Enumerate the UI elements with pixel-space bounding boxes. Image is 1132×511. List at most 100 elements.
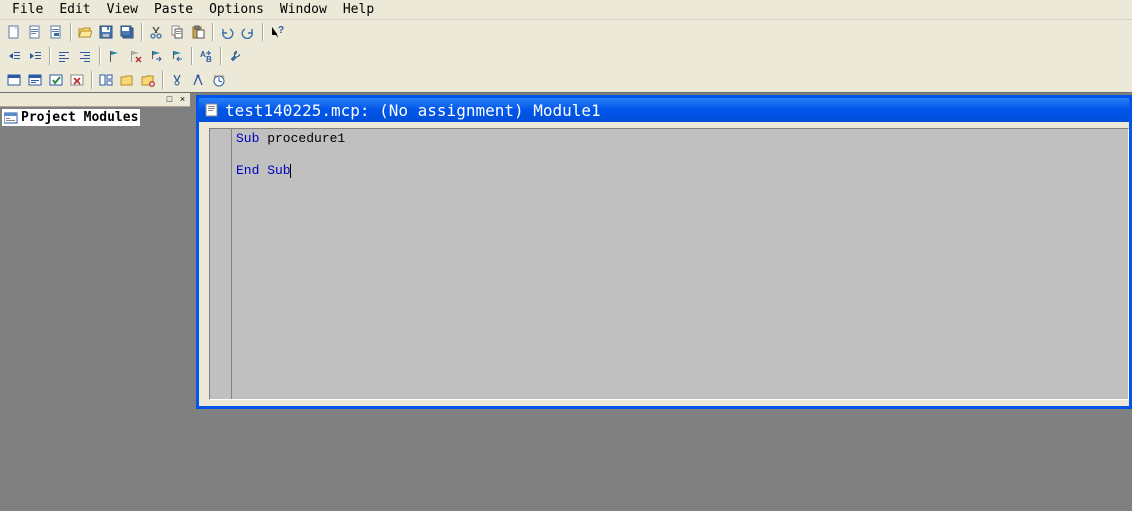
- save-icon: [99, 25, 113, 39]
- toolbar-separator: [49, 47, 51, 65]
- bookmark-remove-button[interactable]: [125, 46, 145, 66]
- document-window: test140225.mcp: (No assignment) Module1 …: [196, 95, 1132, 409]
- menu-window[interactable]: Window: [272, 1, 335, 18]
- menu-paste[interactable]: Paste: [146, 1, 201, 18]
- undo-button[interactable]: [217, 22, 237, 42]
- module-button-1[interactable]: [4, 70, 24, 90]
- svg-text:?: ?: [278, 25, 284, 36]
- compass-icon: [170, 73, 184, 87]
- toolbar-row-2: AB: [0, 44, 1132, 68]
- save-all-button[interactable]: [117, 22, 137, 42]
- bookmark-next-button[interactable]: [146, 46, 166, 66]
- flag-icon: [107, 49, 121, 63]
- open-file-icon: [28, 25, 42, 39]
- mdi-area: test140225.mcp: (No assignment) Module1 …: [190, 92, 1132, 511]
- module-button-3[interactable]: [46, 70, 66, 90]
- panel-minimize-button[interactable]: □: [164, 95, 175, 105]
- open-file-button-1[interactable]: [25, 22, 45, 42]
- folder-open-icon: [78, 25, 92, 39]
- open-file-button-2[interactable]: [46, 22, 66, 42]
- menu-file[interactable]: File: [4, 1, 51, 18]
- replace-button[interactable]: AB: [196, 46, 216, 66]
- menu-help[interactable]: Help: [335, 1, 382, 18]
- menu-view[interactable]: View: [99, 1, 146, 18]
- folder-open-button[interactable]: [75, 22, 95, 42]
- module-check-icon: [49, 73, 63, 87]
- flag-remove-icon: [128, 49, 142, 63]
- outdent-button[interactable]: [25, 46, 45, 66]
- indent-icon: [7, 49, 21, 63]
- project-modules-icon: [4, 112, 18, 124]
- menu-bar: File Edit View Paste Options Window Help: [0, 0, 1132, 20]
- code-text: procedure1: [259, 131, 345, 146]
- new-file-button[interactable]: [4, 22, 24, 42]
- module-remove-icon: [70, 73, 84, 87]
- document-icon: [205, 103, 219, 117]
- toolbar-separator: [191, 47, 193, 65]
- code-editor[interactable]: Sub procedure1 End Sub: [232, 129, 1128, 399]
- clock-icon: [212, 73, 226, 87]
- document-body: Sub procedure1 End Sub: [209, 128, 1129, 400]
- save-all-icon: [120, 25, 134, 39]
- new-file-icon: [7, 25, 21, 39]
- menu-options[interactable]: Options: [201, 1, 272, 18]
- toolbar-separator: [220, 47, 222, 65]
- toolbar-separator: [262, 23, 264, 41]
- project-root-node[interactable]: Project Modules: [2, 109, 140, 126]
- redo-button[interactable]: [238, 22, 258, 42]
- text-cursor: [290, 164, 291, 178]
- bookmark-prev-button[interactable]: [167, 46, 187, 66]
- bookmark-button[interactable]: [104, 46, 124, 66]
- editor-gutter: [210, 129, 232, 399]
- toolbar-separator: [91, 71, 93, 89]
- project-panel-header: □ ×: [0, 93, 190, 107]
- folder-add-icon: [141, 73, 155, 87]
- layout-button[interactable]: [96, 70, 116, 90]
- document-title: test140225.mcp: (No assignment) Module1: [225, 101, 601, 120]
- toolbar-row-3: [0, 68, 1132, 92]
- folder-add-button[interactable]: [138, 70, 158, 90]
- align-left-button[interactable]: [54, 46, 74, 66]
- wrench-icon: [228, 49, 242, 63]
- toolbar-separator: [70, 23, 72, 41]
- svg-text:B: B: [206, 55, 212, 63]
- project-tree[interactable]: Project Modules: [0, 107, 190, 511]
- clock-button[interactable]: [209, 70, 229, 90]
- menu-edit[interactable]: Edit: [51, 1, 98, 18]
- paste-button[interactable]: [188, 22, 208, 42]
- copy-button[interactable]: [167, 22, 187, 42]
- document-titlebar[interactable]: test140225.mcp: (No assignment) Module1: [199, 98, 1129, 122]
- compass-button[interactable]: [167, 70, 187, 90]
- module-button-4[interactable]: [67, 70, 87, 90]
- context-help-icon: ?: [270, 25, 284, 39]
- panel-close-button[interactable]: ×: [177, 95, 188, 105]
- context-help-button[interactable]: ?: [267, 22, 287, 42]
- project-root-label: Project Modules: [21, 110, 138, 125]
- outdent-icon: [28, 49, 42, 63]
- paste-icon: [191, 25, 205, 39]
- align-right-icon: [78, 49, 92, 63]
- save-button[interactable]: [96, 22, 116, 42]
- align-right-button[interactable]: [75, 46, 95, 66]
- copy-icon: [170, 25, 184, 39]
- module-button-2[interactable]: [25, 70, 45, 90]
- flag-prev-icon: [170, 49, 184, 63]
- dividers-button[interactable]: [188, 70, 208, 90]
- project-panel: □ × Project Modules: [0, 92, 190, 511]
- main-area: □ × Project Modules test140225.mcp: (No …: [0, 92, 1132, 511]
- tool-button[interactable]: [225, 46, 245, 66]
- dividers-icon: [191, 73, 205, 87]
- toolbar-separator: [99, 47, 101, 65]
- folder-button[interactable]: [117, 70, 137, 90]
- cut-button[interactable]: [146, 22, 166, 42]
- folder-icon: [120, 73, 134, 87]
- module-icon: [7, 73, 21, 87]
- indent-button[interactable]: [4, 46, 24, 66]
- cut-icon: [149, 25, 163, 39]
- undo-icon: [220, 25, 234, 39]
- code-keyword: End Sub: [236, 163, 291, 178]
- redo-icon: [241, 25, 255, 39]
- module-icon: [28, 73, 42, 87]
- toolbar-separator: [212, 23, 214, 41]
- layout-icon: [99, 73, 113, 87]
